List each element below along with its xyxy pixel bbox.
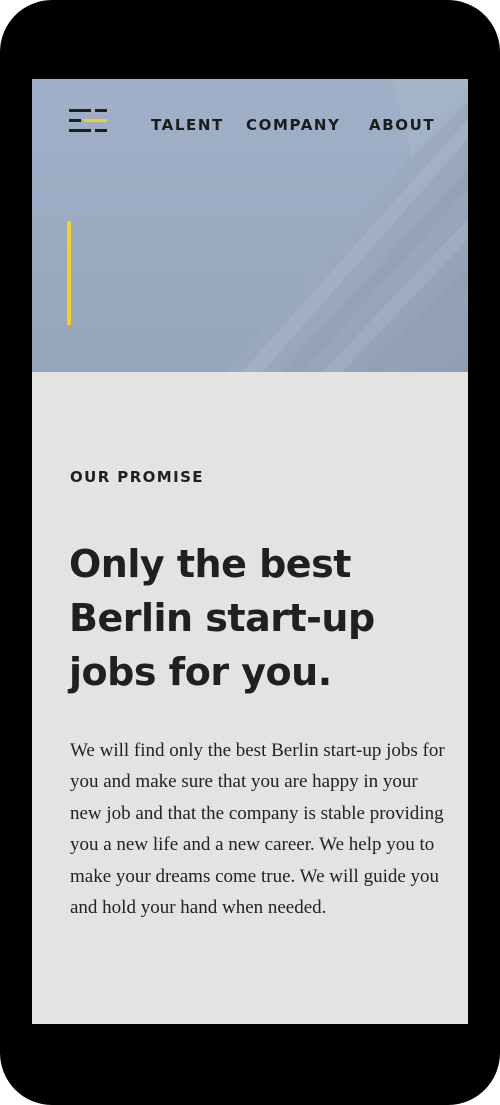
logo-line — [95, 109, 107, 112]
phone-frame: TALENT COMPANY ABOUT OUR PROMISE Only th… — [0, 0, 500, 1105]
hero-section: TALENT COMPANY ABOUT — [32, 79, 468, 372]
nav-item-about[interactable]: ABOUT — [369, 116, 435, 134]
hero-accent-bar — [67, 221, 71, 325]
section-headline: Only the best Berlin start-up jobs for y… — [69, 542, 375, 694]
logo-line — [69, 109, 91, 112]
nav-item-company[interactable]: COMPANY — [246, 116, 341, 134]
nav-item-talent[interactable]: TALENT — [151, 116, 224, 134]
phone-screen: TALENT COMPANY ABOUT OUR PROMISE Only th… — [32, 79, 468, 1024]
section-body-text: We will find only the best Berlin start-… — [70, 740, 445, 919]
section-eyebrow: OUR PROMISE — [70, 468, 204, 486]
main-nav: TALENT COMPANY ABOUT — [32, 116, 468, 136]
